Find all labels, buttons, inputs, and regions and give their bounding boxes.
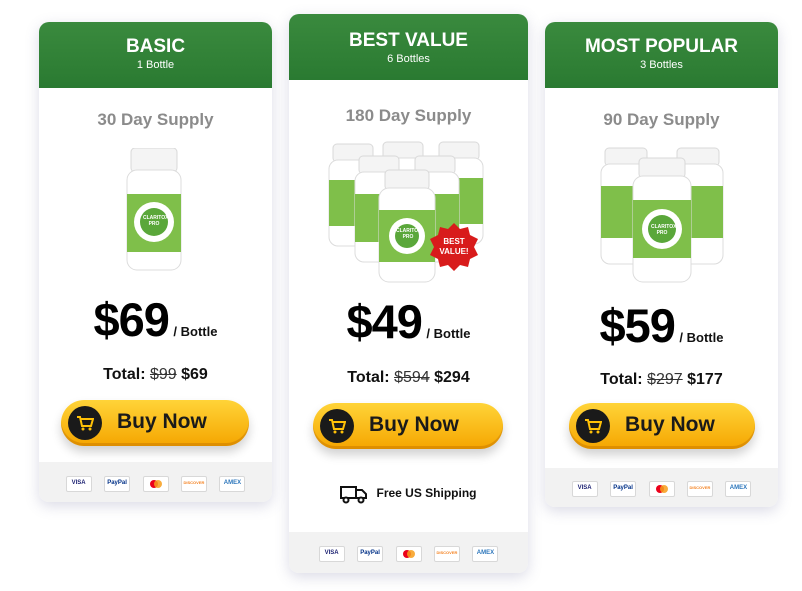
card-header: BASIC 1 Bottle (39, 22, 272, 88)
price-value: $69 (93, 293, 170, 346)
supply-label: 180 Day Supply (345, 106, 472, 125)
payment-strip: VISA PayPal DISCOVER AMEX (39, 462, 272, 502)
price-row: $59 / Bottle (545, 298, 778, 353)
total-new-price: $177 (687, 371, 723, 388)
product-name: CLARITOX PRO (143, 215, 169, 227)
buy-now-label: Buy Now (117, 410, 207, 433)
product-bottle-group-image (600, 147, 724, 283)
amex-icon: AMEX (725, 480, 752, 497)
card-bottle-count: 6 Bottles (387, 53, 430, 65)
total-label: Total: (103, 366, 146, 383)
paypal-icon: PayPal (610, 480, 637, 497)
mastercard-icon (395, 545, 422, 562)
payment-logos: VISA PayPal DISCOVER AMEX (289, 545, 528, 563)
amex-icon: AMEX (472, 545, 499, 562)
total-new-price: $69 (181, 366, 208, 383)
payment-strip: VISA PayPal DISCOVER AMEX (545, 468, 778, 507)
free-shipping-label: Free US Shipping (376, 486, 477, 501)
payment-logos: VISA PayPal DISCOVER AMEX (39, 475, 272, 493)
payment-logos: VISA PayPal DISCOVER AMEX (545, 480, 778, 498)
total-label: Total: (347, 369, 390, 386)
card-header: BEST VALUE 6 Bottles (289, 14, 528, 80)
pricing-card-basic: BASIC 1 Bottle 30 Day Supply CLARITOX PR… (39, 22, 272, 502)
total-row: Total: $99 $69 (39, 366, 272, 384)
buy-now-button[interactable]: Buy Now (569, 403, 755, 449)
buy-now-label: Buy Now (369, 413, 459, 436)
buy-now-label: Buy Now (625, 413, 715, 436)
best-value-badge-text: BEST VALUE! (439, 237, 469, 256)
card-bottle-count: 3 Bottles (640, 59, 683, 71)
supply-label: 30 Day Supply (97, 110, 214, 129)
payment-strip: VISA PayPal DISCOVER AMEX (289, 532, 528, 573)
truck-icon (340, 486, 368, 504)
pricing-card-most-popular: MOST POPULAR 3 Bottles 90 Day Supply CLA… (545, 22, 778, 507)
mastercard-icon (142, 475, 169, 492)
free-shipping-note: Free US Shipping (289, 484, 528, 504)
buy-now-button[interactable]: Buy Now (313, 403, 503, 449)
discover-icon: DISCOVER (180, 475, 207, 492)
cart-icon (68, 406, 102, 440)
visa-icon: VISA (571, 480, 598, 497)
card-title: BASIC (125, 36, 186, 57)
product-name: CLARITOX PRO (651, 224, 677, 236)
total-row: Total: $297 $177 (545, 371, 778, 389)
amex-icon: AMEX (219, 475, 246, 492)
pricing-card-best-value: BEST VALUE 6 Bottles 180 Day Supply BEST… (289, 14, 528, 573)
product-name: CLARITOX PRO (396, 228, 422, 240)
price-row: $69 / Bottle (39, 292, 272, 347)
visa-icon: VISA (65, 475, 92, 492)
visa-icon: VISA (318, 545, 345, 562)
price-unit: / Bottle (426, 326, 471, 341)
price-unit: / Bottle (679, 330, 724, 345)
price-row: $49 / Bottle (289, 294, 528, 349)
total-old-price: $297 (647, 371, 683, 388)
cart-icon (576, 409, 610, 443)
discover-icon: DISCOVER (433, 545, 460, 562)
card-bottle-count: 1 Bottle (136, 59, 175, 71)
total-old-price: $99 (149, 366, 177, 383)
buy-now-button[interactable]: Buy Now (61, 400, 249, 446)
card-header: MOST POPULAR 3 Bottles (545, 22, 778, 88)
price-value: $59 (599, 299, 676, 352)
mastercard-icon (648, 480, 675, 497)
paypal-icon: PayPal (104, 475, 131, 492)
total-row: Total: $594 $294 (289, 369, 528, 387)
price-value: $49 (346, 295, 423, 348)
total-old-price: $594 (394, 369, 430, 386)
card-title: BEST VALUE (349, 30, 468, 51)
price-unit: / Bottle (173, 324, 218, 339)
total-new-price: $294 (434, 369, 470, 386)
cart-icon (320, 409, 354, 443)
card-title: MOST POPULAR (584, 36, 739, 57)
paypal-icon: PayPal (357, 545, 384, 562)
total-label: Total: (600, 371, 643, 388)
supply-label: 90 Day Supply (603, 110, 720, 129)
product-bottle-image (126, 148, 182, 271)
discover-icon: DISCOVER (686, 480, 713, 497)
